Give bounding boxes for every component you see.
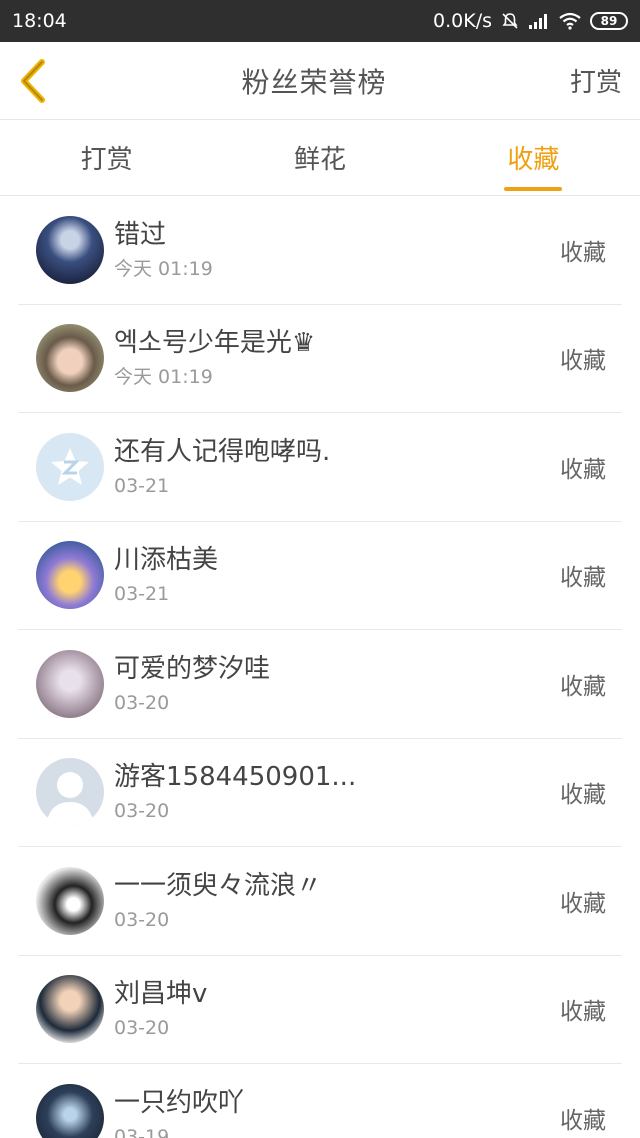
signal-icon — [528, 12, 550, 30]
fan-name: 刘昌坤v — [114, 979, 208, 1010]
tab-reward[interactable]: 打赏 — [0, 120, 213, 195]
item-action-label: 收藏 — [560, 239, 606, 266]
list-item[interactable]: 一一须臾々流浪〃 03-20 收藏 — [18, 847, 622, 956]
chevron-left-icon — [21, 58, 45, 103]
fan-time: 今天 01:19 — [114, 366, 213, 389]
default-star-avatar-icon — [51, 447, 89, 485]
fan-name: 可爱的梦汐哇 — [114, 653, 271, 684]
fan-name: 游客1584450901... — [114, 762, 357, 793]
wifi-icon — [558, 12, 582, 30]
fan-time: 03-20 — [114, 1017, 170, 1040]
item-action-label: 收藏 — [560, 565, 606, 592]
fan-time: 03-20 — [114, 800, 170, 823]
avatar[interactable] — [36, 975, 104, 1044]
item-info: 一一须臾々流浪〃 03-20 — [114, 869, 560, 933]
list-item[interactable]: 还有人记得咆哮吗. 03-21 收藏 — [18, 413, 622, 522]
battery-icon: 89 — [590, 12, 628, 30]
fan-time: 03-20 — [114, 691, 170, 714]
fan-name: 一一须臾々流浪〃 — [114, 870, 323, 901]
avatar[interactable] — [36, 1083, 104, 1138]
network-speed: 0.0K/s — [433, 10, 492, 32]
item-info: 一只约吹吖 03-19 — [114, 1086, 560, 1138]
fan-time: 03-20 — [114, 908, 170, 931]
nav-bar: 粉丝荣誉榜 打赏 — [0, 42, 640, 120]
item-info: 游客1584450901... 03-20 — [114, 760, 560, 824]
avatar[interactable] — [36, 758, 104, 827]
fan-name: 一只约吹吖 — [114, 1087, 245, 1118]
item-action-label: 收藏 — [560, 782, 606, 809]
mute-bell-icon — [500, 11, 520, 31]
list-item[interactable]: 游客1584450901... 03-20 收藏 — [18, 739, 622, 847]
tab-favorites[interactable]: 收藏 — [427, 120, 640, 195]
item-info: 还有人记得咆哮吗. 03-21 — [114, 435, 560, 499]
fan-name: 错过 — [114, 219, 167, 250]
item-action-label: 收藏 — [560, 999, 606, 1026]
list-item[interactable]: 川添枯美 03-21 收藏 — [18, 522, 622, 630]
reward-button[interactable]: 打赏 — [570, 62, 622, 99]
tab-bar: 打赏 鲜花 收藏 — [0, 120, 640, 196]
fan-time: 今天 01:19 — [114, 257, 213, 280]
item-info: 엑소号少年是光♛ 今天 01:19 — [114, 326, 560, 390]
avatar[interactable] — [36, 215, 104, 284]
item-action-label: 收藏 — [560, 1107, 606, 1134]
item-info: 错过 今天 01:19 — [114, 218, 560, 282]
list-item[interactable]: 一只约吹吖 03-19 收藏 — [18, 1064, 622, 1138]
item-action-label: 收藏 — [560, 673, 606, 700]
list-item[interactable]: 错过 今天 01:19 收藏 — [18, 196, 622, 305]
avatar[interactable] — [36, 866, 104, 935]
item-info: 刘昌坤v 03-20 — [114, 977, 560, 1041]
fan-name: 川添枯美 — [114, 545, 219, 576]
item-info: 可爱的梦汐哇 03-20 — [114, 652, 560, 716]
avatar[interactable] — [36, 649, 104, 718]
item-action-label: 收藏 — [560, 890, 606, 917]
fan-list: 错过 今天 01:19 收藏 엑소号少年是光♛ 今天 01:19 收藏 还有人记… — [0, 196, 640, 1138]
item-action-label: 收藏 — [560, 456, 606, 483]
list-item[interactable]: 엑소号少年是光♛ 今天 01:19 收藏 — [18, 305, 622, 413]
list-item[interactable]: 刘昌坤v 03-20 收藏 — [18, 956, 622, 1064]
status-bar: 18:04 0.0K/s 89 — [0, 0, 640, 42]
page-title: 粉丝荣誉榜 — [241, 65, 387, 99]
avatar[interactable] — [36, 541, 104, 610]
fan-name: 还有人记得咆哮吗. — [114, 436, 331, 467]
fan-time: 03-19 — [114, 1125, 170, 1138]
battery-level: 89 — [600, 14, 618, 28]
fan-name: 엑소号少年是光♛ — [114, 328, 316, 359]
status-time: 18:04 — [12, 10, 67, 32]
list-item[interactable]: 可爱的梦汐哇 03-20 收藏 — [18, 630, 622, 739]
fan-time: 03-21 — [114, 583, 170, 606]
avatar[interactable] — [36, 324, 104, 393]
status-icons: 0.0K/s 89 — [433, 10, 628, 32]
avatar[interactable] — [36, 432, 104, 501]
default-user-avatar-icon — [46, 772, 94, 827]
item-action-label: 收藏 — [560, 348, 606, 375]
fan-time: 03-21 — [114, 474, 170, 497]
tab-flowers[interactable]: 鲜花 — [213, 120, 426, 195]
back-button[interactable] — [18, 56, 58, 106]
item-info: 川添枯美 03-21 — [114, 543, 560, 607]
